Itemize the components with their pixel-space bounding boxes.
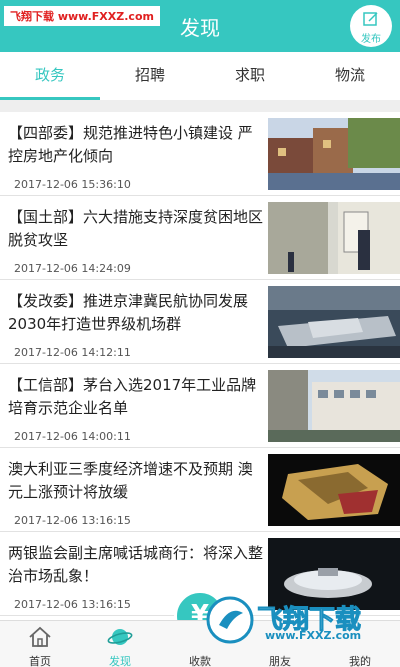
news-title: 【发改委】推进京津冀民航协同发展 2030年打造世界级机场群 (8, 292, 249, 333)
news-item[interactable]: 【发改委】推进京津冀民航协同发展 2030年打造世界级机场群 2017-12-0… (0, 280, 400, 364)
news-item[interactable]: 澳大利亚三季度经济增速不及预期 澳元上涨预计将放缓 2017-12-06 13:… (0, 448, 400, 532)
news-title: 两银监会副主席喊话城商行：将深入整治市场乱象！ (8, 544, 264, 585)
nav-friends-label: 朋友 (269, 655, 291, 667)
news-item[interactable]: 【工信部】茅台入选2017年工业品牌培育示范企业名单 2017-12-06 14… (0, 364, 400, 448)
news-thumbnail (268, 286, 400, 358)
news-thumbnail (268, 202, 400, 274)
news-item[interactable]: 【国土部】六大措施支持深度贫困地区脱贫攻坚 2017-12-06 14:24:0… (0, 196, 400, 280)
news-title: 【国土部】六大措施支持深度贫困地区脱贫攻坚 (8, 208, 264, 249)
tab-job-seeking[interactable]: 求职 (200, 52, 300, 100)
news-date: 2017-12-06 14:00:11 (14, 430, 131, 443)
news-title: 【工信部】茅台入选2017年工业品牌培育示范企业名单 (8, 376, 257, 417)
home-icon (29, 626, 51, 647)
app-header: 飞翔下载 www.FXXZ.com 发现 发布 (0, 0, 400, 52)
news-item[interactable]: 【四部委】规范推进特色小镇建设 严控房地产化倾向 2017-12-06 15:3… (0, 112, 400, 196)
tab-logistics[interactable]: 物流 (300, 52, 400, 100)
nav-home[interactable]: 首页 (0, 621, 80, 667)
news-date: 2017-12-06 14:12:11 (14, 346, 131, 359)
nav-discover-label: 发现 (109, 655, 131, 667)
nav-receive-label: 收款 (189, 655, 211, 667)
edit-icon (363, 12, 378, 26)
news-date: 2017-12-06 15:36:10 (14, 178, 131, 191)
category-tabs: 政务 招聘 求职 物流 (0, 52, 400, 100)
news-thumbnail (268, 370, 400, 442)
news-title: 澳大利亚三季度经济增速不及预期 澳元上涨预计将放缓 (8, 460, 253, 501)
news-date: 2017-12-06 13:16:15 (14, 598, 131, 611)
tab-recruitment[interactable]: 招聘 (100, 52, 200, 100)
publish-button[interactable]: 发布 (350, 5, 392, 47)
publish-label: 发布 (361, 34, 381, 45)
news-title: 【四部委】规范推进特色小镇建设 严控房地产化倾向 (8, 124, 253, 165)
news-date: 2017-12-06 13:16:15 (14, 514, 131, 527)
news-thumbnail (268, 118, 400, 190)
section-divider (0, 100, 400, 112)
nav-discover[interactable]: 发现 (80, 621, 160, 667)
news-thumbnail (268, 454, 400, 526)
nav-me-label: 我的 (349, 655, 371, 667)
brand-logo-icon (206, 596, 254, 644)
page-title: 发现 (180, 16, 220, 40)
brand-watermark: 飞翔下载 www.FXXZ.com (205, 595, 400, 645)
planet-icon (107, 629, 133, 645)
tab-government[interactable]: 政务 (0, 52, 100, 100)
nav-home-label: 首页 (29, 655, 51, 667)
news-date: 2017-12-06 14:24:09 (14, 262, 131, 275)
brand-url: www.FXXZ.com (265, 629, 362, 642)
news-list: 【四部委】规范推进特色小镇建设 严控房地产化倾向 2017-12-06 15:3… (0, 112, 400, 620)
